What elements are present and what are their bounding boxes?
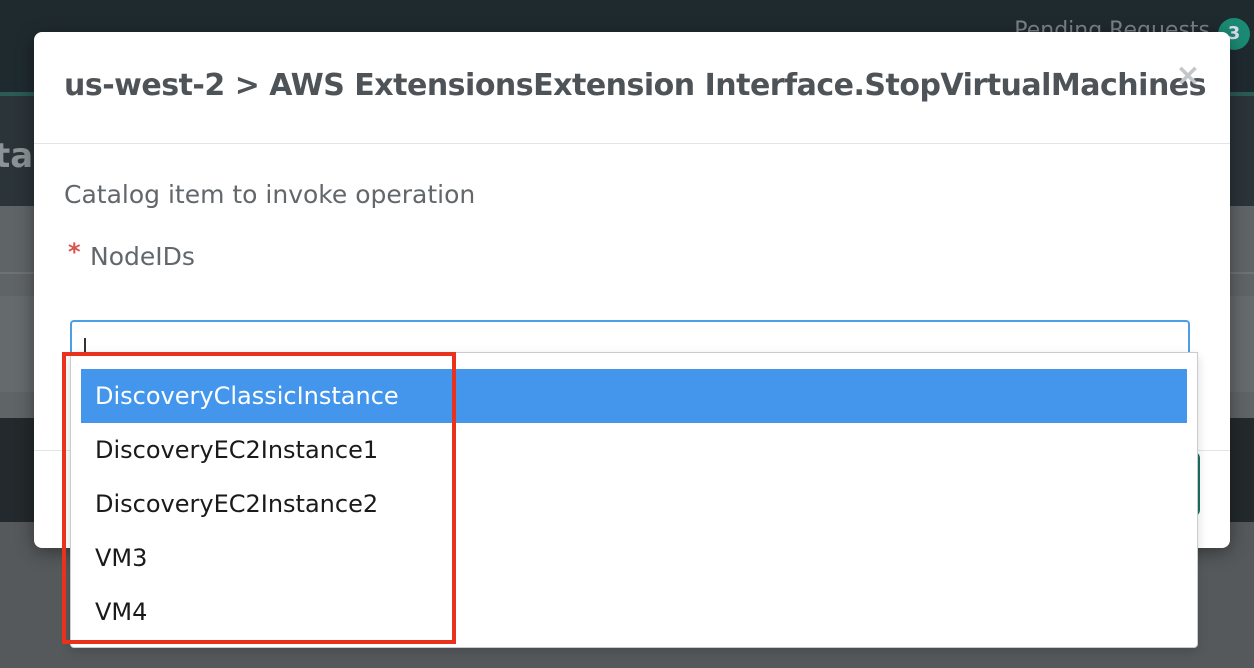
modal-header: us-west-2 > AWS ExtensionsExtension Inte… <box>34 32 1230 144</box>
modal-description: Catalog item to invoke operation <box>64 180 476 209</box>
nodeids-label: NodeIDs <box>90 242 195 271</box>
dropdown-option[interactable]: VM3 <box>81 531 1187 585</box>
modal-title: us-west-2 > AWS ExtensionsExtension Inte… <box>64 68 1207 103</box>
dropdown-option[interactable]: VM4 <box>81 585 1187 639</box>
dropdown-option[interactable]: DiscoveryClassicInstance <box>81 369 1187 423</box>
dropdown-option[interactable]: DiscoveryEC2Instance2 <box>81 477 1187 531</box>
required-asterisk: * <box>68 238 81 266</box>
nodeids-dropdown: DiscoveryClassicInstance DiscoveryEC2Ins… <box>70 352 1198 648</box>
close-icon[interactable]: × <box>1174 61 1202 91</box>
dropdown-option[interactable]: DiscoveryEC2Instance1 <box>81 423 1187 477</box>
